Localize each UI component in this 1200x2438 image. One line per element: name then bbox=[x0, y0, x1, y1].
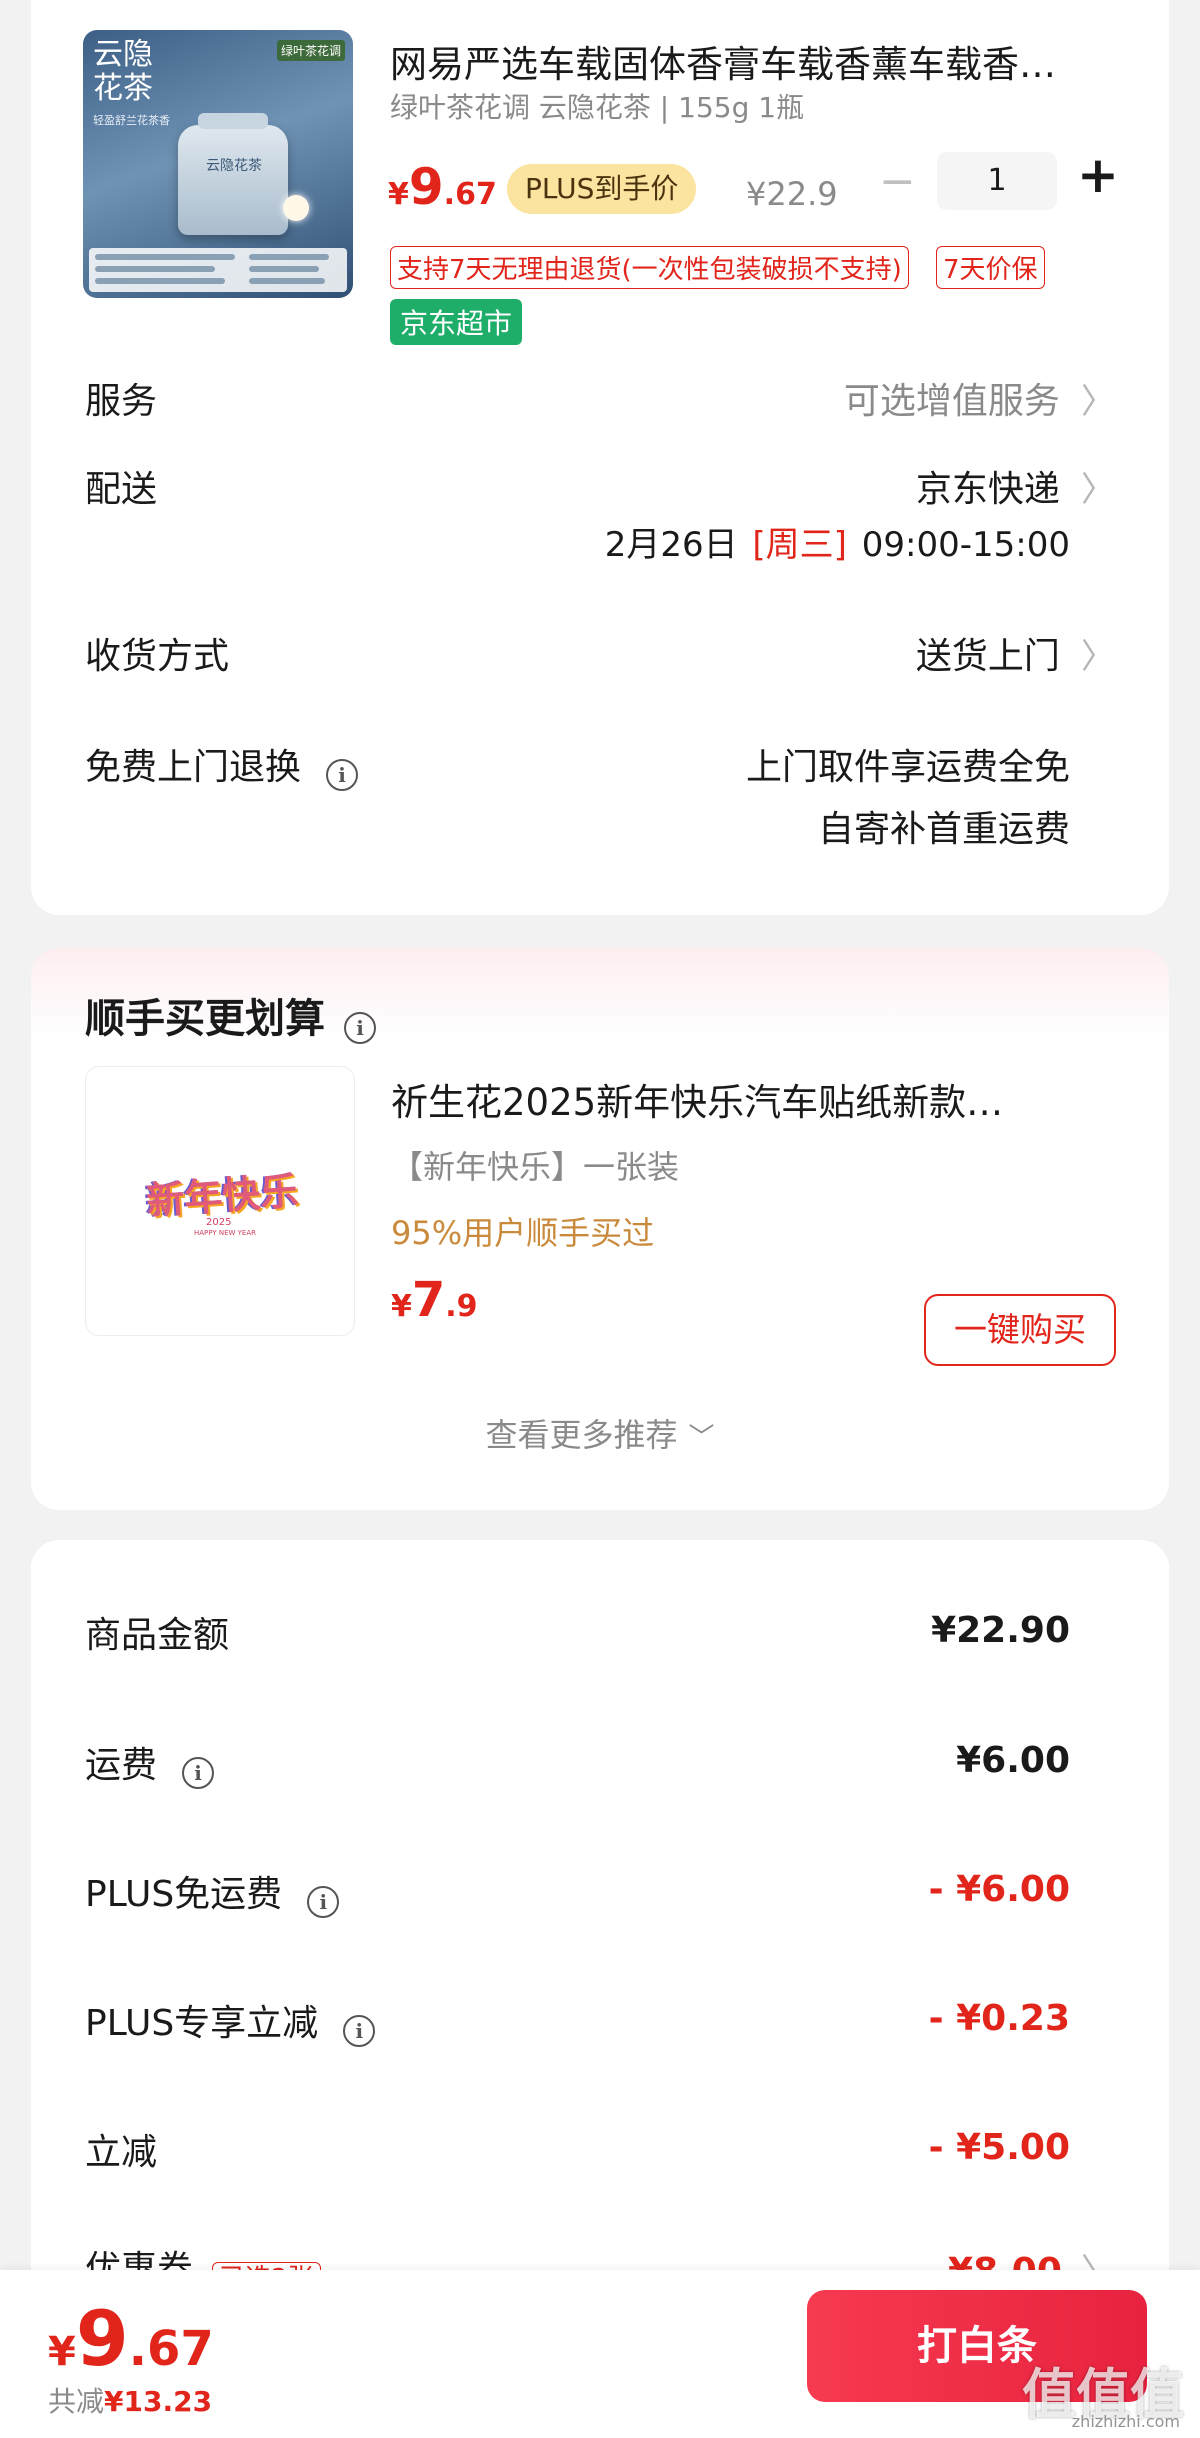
qty-decrease-button[interactable]: − bbox=[879, 156, 916, 207]
info-icon[interactable]: i bbox=[343, 2014, 376, 2047]
one-click-buy-button[interactable]: 一键购买 bbox=[924, 1294, 1116, 1366]
chevron-down-icon: ﹀ bbox=[688, 1423, 715, 1453]
summary-label-plus-freight: PLUS免运费 bbox=[85, 1874, 283, 1915]
recommend-item-price: ¥7.9 bbox=[391, 1272, 478, 1328]
product-image-title: 云隐花茶 bbox=[93, 37, 153, 106]
total-saved: 共减¥13.23 bbox=[48, 2380, 212, 2420]
price-symbol: ¥ bbox=[391, 1289, 412, 1324]
product-image[interactable]: 云隐花茶 绿叶茶花调 轻盈舒兰花茶香 云隐花茶 bbox=[83, 30, 353, 298]
summary-label-discount: 立减 bbox=[85, 2132, 158, 2173]
qty-increase-button[interactable]: + bbox=[1077, 146, 1119, 204]
total-price: ¥9.67 bbox=[48, 2294, 214, 2383]
recommend-image-text: 新年快乐 bbox=[144, 1167, 300, 1224]
product-image-tag: 绿叶茶花调 bbox=[276, 40, 345, 61]
summary-plus-discount-label-group: PLUS专享立减 i bbox=[85, 1994, 376, 2047]
delivery-value: 京东快递 bbox=[915, 469, 1060, 510]
recommend-item-hint: 95%用户顺手买过 bbox=[391, 1214, 655, 1252]
recommend-header-group: 顺手买更划算 i bbox=[85, 986, 377, 1044]
product-price: ¥9.67 bbox=[388, 158, 497, 216]
delivery-time: 09:00-15:00 bbox=[861, 525, 1070, 565]
service-row[interactable]: 可选增值服务 〉 bbox=[844, 372, 1115, 424]
total-price-symbol: ¥ bbox=[48, 2329, 76, 2375]
product-image-feature-strip bbox=[89, 248, 347, 292]
summary-value-discount: - ¥5.00 bbox=[928, 2127, 1070, 2168]
recommend-image-sub: HAPPY NEW YEAR bbox=[194, 1229, 256, 1237]
product-card: 云隐花茶 绿叶茶花调 轻盈舒兰花茶香 云隐花茶 网易严选车载固体香膏车载香薰车载… bbox=[31, 0, 1169, 915]
summary-label-freight: 运费 bbox=[85, 1745, 158, 1786]
summary-value-plus-freight: - ¥6.00 bbox=[928, 1869, 1070, 1910]
tea-jar-illustration: 云隐花茶 bbox=[178, 113, 288, 235]
see-more-recommend-link[interactable]: 查看更多推荐 ﹀ bbox=[31, 1410, 1169, 1456]
total-saved-value: ¥13.23 bbox=[104, 2385, 213, 2418]
original-price: ¥22.9 bbox=[746, 175, 838, 213]
delivery-date: 2月26日 bbox=[604, 525, 738, 565]
product-title[interactable]: 网易严选车载固体香膏车载香薰车载香… bbox=[390, 34, 1056, 88]
summary-plus-freight-label-group: PLUS免运费 i bbox=[85, 1865, 340, 1918]
price-dec: .67 bbox=[443, 177, 497, 212]
delivery-row[interactable]: 京东快递 〉 bbox=[916, 460, 1115, 512]
checkout-bar: ¥9.67 共减¥13.23 打白条 值值值 zhizhizhi.com bbox=[0, 2270, 1200, 2438]
recommend-header: 顺手买更划算 bbox=[85, 996, 325, 1042]
info-icon[interactable]: i bbox=[307, 1885, 340, 1918]
free-return-value-2: 自寄补首重运费 bbox=[817, 809, 1070, 850]
return-policy-tag: 支持7天无理由退货(一次性包装破损不支持) bbox=[390, 246, 909, 289]
receive-method-label: 收货方式 bbox=[85, 636, 230, 677]
recommend-item-spec: 【新年快乐】一张装 bbox=[391, 1148, 680, 1186]
info-icon[interactable]: i bbox=[344, 1011, 377, 1044]
summary-value-plus-discount: - ¥0.23 bbox=[928, 1998, 1070, 2039]
flower-decoration bbox=[283, 195, 309, 221]
chevron-right-icon: 〉 bbox=[1081, 382, 1115, 422]
price-symbol: ¥ bbox=[388, 177, 409, 212]
free-return-value-1: 上门取件享运费全免 bbox=[745, 747, 1070, 788]
recommend-item-image[interactable]: 新年快乐 2025 HAPPY NEW YEAR bbox=[85, 1066, 355, 1336]
total-saved-label: 共减 bbox=[48, 2385, 105, 2418]
service-label: 服务 bbox=[85, 381, 158, 422]
total-price-int: 9 bbox=[75, 2294, 129, 2383]
total-price-dec: .67 bbox=[128, 2321, 214, 2377]
free-return-label-group: 免费上门退换 i bbox=[85, 738, 359, 791]
recommend-item-title[interactable]: 祈生花2025新年快乐汽车贴纸新款… bbox=[391, 1072, 1003, 1126]
tea-jar-label: 云隐花茶 bbox=[206, 158, 262, 174]
product-spec[interactable]: 绿叶茶花调 云隐花茶 | 155g 1瓶 bbox=[390, 86, 804, 126]
info-icon[interactable]: i bbox=[182, 1756, 215, 1789]
recommend-card: 顺手买更划算 i 新年快乐 2025 HAPPY NEW YEAR 祈生花202… bbox=[31, 948, 1169, 1510]
recommend-image-year: 2025 bbox=[206, 1217, 232, 1228]
price-int: 9 bbox=[408, 158, 444, 216]
receive-method-row[interactable]: 送货上门 〉 bbox=[916, 627, 1115, 679]
summary-value-freight: ¥6.00 bbox=[956, 1740, 1070, 1781]
chevron-right-icon: 〉 bbox=[1081, 637, 1115, 677]
qty-input[interactable]: 1 bbox=[937, 152, 1057, 210]
summary-label-goods: 商品金额 bbox=[85, 1615, 230, 1656]
chevron-right-icon: 〉 bbox=[1081, 470, 1115, 510]
delivery-schedule[interactable]: 2月26日 [周三] 09:00-15:00 bbox=[605, 517, 1070, 566]
see-more-label: 查看更多推荐 bbox=[485, 1416, 678, 1454]
delivery-label: 配送 bbox=[85, 469, 158, 510]
summary-label-plus-discount: PLUS专享立减 bbox=[85, 2003, 319, 2044]
price-dec: .9 bbox=[445, 1289, 478, 1324]
info-icon[interactable]: i bbox=[326, 758, 359, 791]
price-protect-tag: 7天价保 bbox=[936, 246, 1045, 289]
summary-value-goods: ¥22.90 bbox=[931, 1610, 1070, 1651]
receive-method-value: 送货上门 bbox=[915, 636, 1060, 677]
service-value: 可选增值服务 bbox=[843, 381, 1060, 422]
summary-freight-label-group: 运费 i bbox=[85, 1736, 215, 1789]
watermark-url: zhizhizhi.com bbox=[1071, 2412, 1180, 2431]
plus-price-tag: PLUS到手价 bbox=[507, 164, 697, 214]
store-tag: 京东超市 bbox=[390, 299, 523, 345]
price-int: 7 bbox=[411, 1272, 446, 1328]
delivery-weekday: [周三] bbox=[752, 525, 847, 565]
free-return-label: 免费上门退换 bbox=[85, 747, 302, 788]
product-image-sub: 轻盈舒兰花茶香 bbox=[93, 114, 170, 127]
